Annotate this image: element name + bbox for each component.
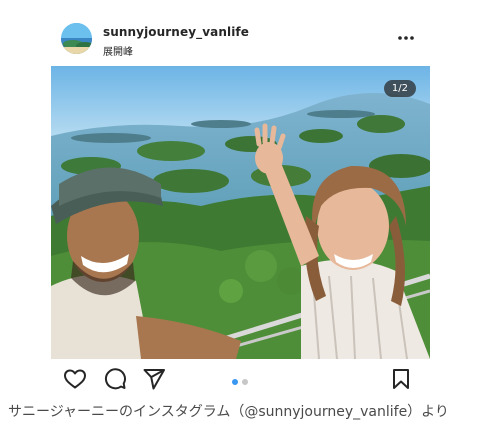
instagram-post: sunnyjourney_vanlife 展開峰 1/2: [51, 12, 430, 396]
post-photo[interactable]: 1/2: [51, 66, 430, 359]
post-photo-image: [51, 66, 430, 359]
post-location[interactable]: 展開峰: [103, 43, 133, 58]
more-options-icon[interactable]: [394, 26, 418, 50]
carousel-indicator: [232, 379, 248, 385]
bookmark-icon[interactable]: [389, 367, 413, 391]
share-icon[interactable]: [142, 367, 166, 391]
heart-icon[interactable]: [63, 367, 87, 391]
post-action-bar: [51, 359, 430, 396]
carousel-page-counter: 1/2: [383, 80, 416, 97]
carousel-dot: [242, 379, 248, 385]
image-caption: サニージャーニーのインスタグラム（@sunnyjourney_vanlife）よ…: [8, 404, 449, 420]
comment-icon[interactable]: [103, 367, 127, 391]
avatar[interactable]: [61, 23, 92, 54]
carousel-dot-active: [232, 379, 238, 385]
post-username[interactable]: sunnyjourney_vanlife: [103, 25, 249, 39]
post-header: sunnyjourney_vanlife 展開峰: [51, 12, 430, 66]
